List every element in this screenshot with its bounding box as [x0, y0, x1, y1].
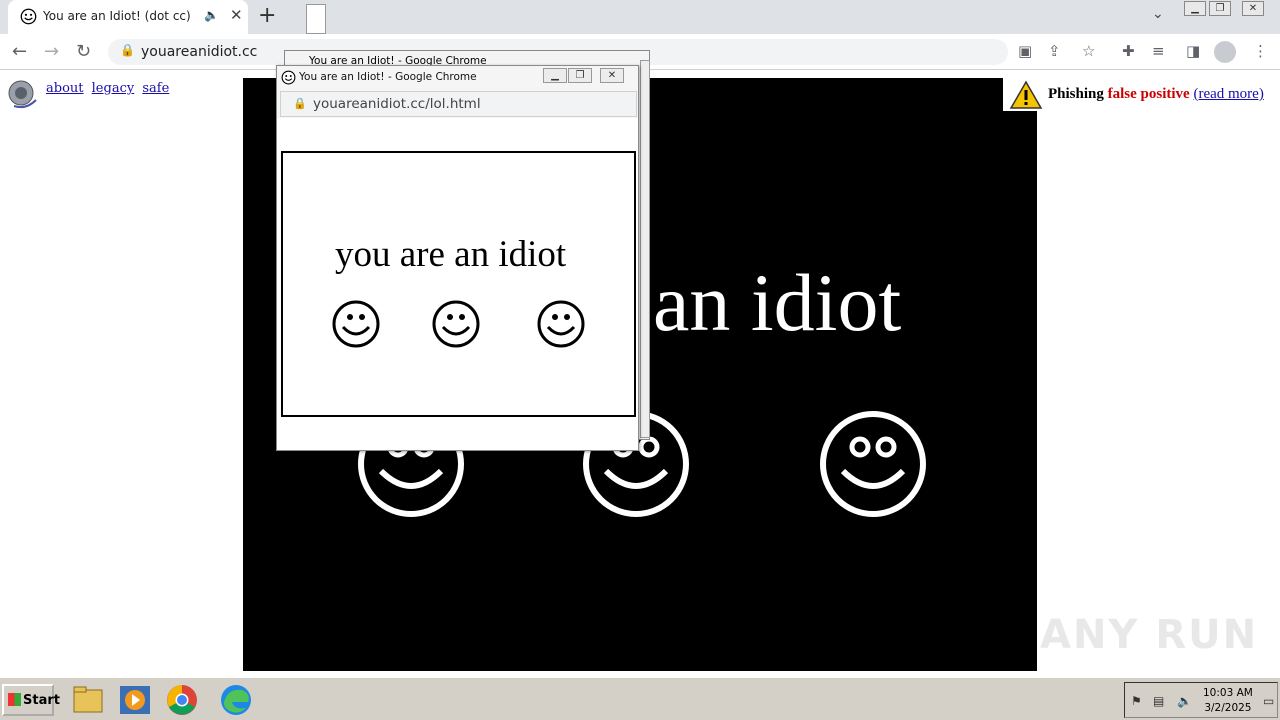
- smiley-favicon-icon: [281, 70, 296, 85]
- window-restore-button[interactable]: ❐: [1209, 1, 1231, 16]
- false-positive-label: false positive: [1107, 86, 1190, 102]
- top-links: about legacy safe: [46, 81, 173, 96]
- media-player-icon[interactable]: [117, 682, 153, 718]
- tab-strip: You are an Idiot! (dot cc) 🔈 ✕ + ⌄ ▁ ❐ ✕: [0, 0, 1280, 34]
- smiley-face-icon: [332, 300, 380, 348]
- read-more-link[interactable]: (read more): [1193, 86, 1263, 102]
- clock[interactable]: 10:03 AM 3/2/2025: [1203, 686, 1253, 716]
- action-center-flag-icon[interactable]: ⚑: [1131, 694, 1142, 708]
- tab-search-chevron-icon[interactable]: ⌄: [1152, 6, 1164, 22]
- reload-icon[interactable]: ↻: [76, 41, 91, 62]
- popup-restore-button[interactable]: ❐: [568, 68, 592, 83]
- popup-blocked-icon[interactable]: ▣: [1018, 42, 1032, 60]
- popup-idiot-text: you are an idiot: [335, 234, 567, 275]
- popup-window[interactable]: You are an Idiot! - Google Chrome ▁ ❐ ✕ …: [276, 65, 639, 451]
- forward-arrow-icon[interactable]: →: [44, 41, 59, 62]
- popup-content: you are an idiot: [277, 118, 638, 450]
- clock-date: 3/2/2025: [1204, 702, 1252, 714]
- phishing-banner: Phishing false positive (read more): [1003, 78, 1280, 111]
- side-panel-icon[interactable]: ◨: [1186, 42, 1200, 60]
- popup-url: youareanidiot.cc/lol.html: [313, 96, 481, 112]
- big-idiot-text: an idiot: [653, 257, 902, 348]
- chrome-icon[interactable]: [164, 682, 200, 718]
- smiley-favicon-icon: [20, 8, 37, 25]
- popup-minimize-button[interactable]: ▁: [543, 68, 567, 83]
- edge-icon[interactable]: [218, 682, 254, 718]
- clock-time: 10:03 AM: [1203, 687, 1253, 699]
- windows-flag-icon: [8, 693, 21, 706]
- warning-triangle-icon: [1009, 80, 1043, 109]
- share-icon[interactable]: ⇪: [1048, 42, 1061, 60]
- volume-icon[interactable]: 🔈: [1177, 694, 1192, 708]
- lock-icon: 🔒: [120, 43, 135, 57]
- media-controls-icon[interactable]: ≡: [1152, 42, 1165, 60]
- window-close-button[interactable]: ✕: [1242, 1, 1264, 16]
- window-minimize-button[interactable]: ▁: [1184, 1, 1206, 16]
- back-arrow-icon[interactable]: ←: [12, 41, 27, 62]
- popup-close-button[interactable]: ✕: [600, 68, 624, 83]
- stacked-popup-edge: [640, 60, 650, 438]
- popup-address-bar[interactable]: 🔒 youareanidiot.cc/lol.html: [280, 91, 637, 117]
- menu-kebab-icon[interactable]: ⋮: [1253, 42, 1268, 60]
- smiley-face-icon: [432, 300, 480, 348]
- legacy-link[interactable]: legacy: [92, 81, 135, 96]
- address-url: youareanidiot.cc: [141, 44, 258, 60]
- file-explorer-icon[interactable]: [70, 682, 106, 718]
- lock-icon: 🔒: [293, 97, 307, 110]
- stacked-popup-window[interactable]: [306, 4, 326, 34]
- new-tab-button[interactable]: +: [258, 3, 276, 28]
- tab-close-icon[interactable]: ✕: [230, 6, 243, 24]
- system-tray: ⚑ ▤ 🔈 10:03 AM 3/2/2025 ▭: [1124, 682, 1278, 718]
- phishing-text: Phishing false positive (read more): [1048, 86, 1264, 103]
- phishing-label: Phishing: [1048, 86, 1104, 102]
- start-button[interactable]: Start: [2, 684, 60, 716]
- tab-title: You are an Idiot! (dot cc): [43, 9, 191, 23]
- smiley-face-icon: [537, 300, 585, 348]
- anyrun-watermark: ANY RUN: [1040, 612, 1259, 658]
- tab-audio-icon[interactable]: 🔈: [204, 8, 219, 22]
- profile-avatar-icon[interactable]: [1214, 41, 1236, 63]
- network-icon[interactable]: ▤: [1153, 694, 1164, 708]
- bookmark-star-icon[interactable]: ☆: [1082, 42, 1095, 60]
- about-link[interactable]: about: [46, 81, 84, 96]
- taskbar: Start ⚑ ▤ 🔈 10:03 AM 3/2/2025 ▭: [0, 676, 1280, 720]
- show-desktop-icon[interactable]: ▭: [1263, 694, 1274, 708]
- smiley-face-icon: [820, 411, 926, 517]
- speaker-icon[interactable]: [6, 78, 40, 110]
- popup-title: You are an Idiot! - Google Chrome: [299, 71, 477, 83]
- popup-frame: you are an idiot: [281, 151, 636, 417]
- tab-active[interactable]: You are an Idiot! (dot cc) 🔈 ✕: [8, 0, 248, 34]
- extensions-puzzle-icon[interactable]: ✚: [1122, 42, 1135, 60]
- safe-link[interactable]: safe: [142, 81, 169, 96]
- start-label: Start: [23, 693, 60, 708]
